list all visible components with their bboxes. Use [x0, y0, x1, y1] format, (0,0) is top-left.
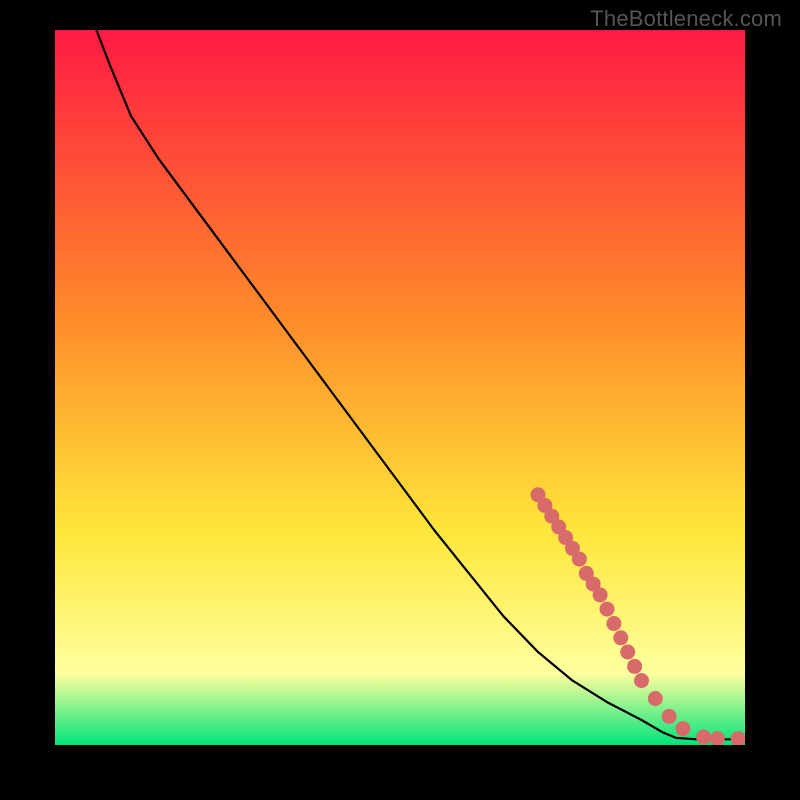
plot-area	[55, 30, 745, 745]
watermark-text: TheBottleneck.com	[590, 6, 782, 32]
marker-point	[600, 602, 615, 617]
marker-point	[634, 673, 649, 688]
marker-point	[593, 587, 608, 602]
chart-svg	[55, 30, 745, 745]
plot-background	[55, 30, 745, 745]
marker-point	[627, 659, 642, 674]
marker-point	[662, 709, 677, 724]
marker-point	[572, 552, 587, 567]
marker-point	[675, 721, 690, 736]
marker-point	[648, 691, 663, 706]
marker-point	[613, 630, 628, 645]
marker-point	[620, 645, 635, 660]
marker-point	[696, 730, 711, 745]
marker-point	[606, 616, 621, 631]
chart-frame: TheBottleneck.com	[0, 0, 800, 800]
